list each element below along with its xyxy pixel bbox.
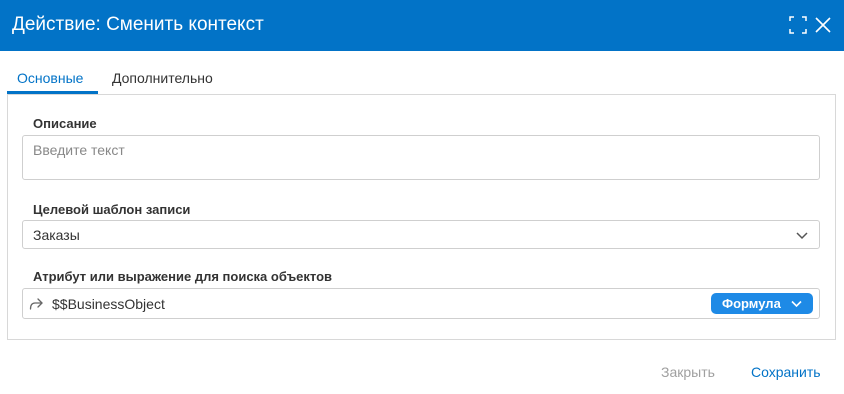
description-label: Описание xyxy=(33,116,97,131)
close-icon xyxy=(815,17,831,33)
formula-mode-button[interactable]: Формула xyxy=(711,293,813,314)
formula-mode-label: Формула xyxy=(722,296,781,311)
target-template-label: Целевой шаблон записи xyxy=(33,202,191,217)
save-button[interactable]: Сохранить xyxy=(751,364,821,380)
search-attribute-label: Атрибут или выражение для поиска объекто… xyxy=(33,269,333,284)
target-template-value: Заказы xyxy=(33,227,80,243)
description-field xyxy=(22,135,820,180)
close-button[interactable] xyxy=(813,15,833,35)
search-attribute-input[interactable] xyxy=(52,293,702,315)
expand-icon xyxy=(789,16,807,34)
tab-additional[interactable]: Дополнительно xyxy=(112,70,213,86)
description-input[interactable] xyxy=(23,136,819,179)
dialog-title: Действие: Сменить контекст xyxy=(12,14,264,35)
close-dialog-button[interactable]: Закрыть xyxy=(661,364,715,380)
arrow-share-icon xyxy=(28,296,44,312)
search-attribute-field: Формула xyxy=(22,288,820,319)
dialog-titlebar: Действие: Сменить контекст xyxy=(0,0,844,51)
target-template-select[interactable]: Заказы xyxy=(22,220,820,249)
chevron-down-icon xyxy=(790,297,803,310)
tab-main[interactable]: Основные xyxy=(17,70,83,86)
chevron-down-icon xyxy=(795,228,809,242)
expand-button[interactable] xyxy=(788,15,808,35)
